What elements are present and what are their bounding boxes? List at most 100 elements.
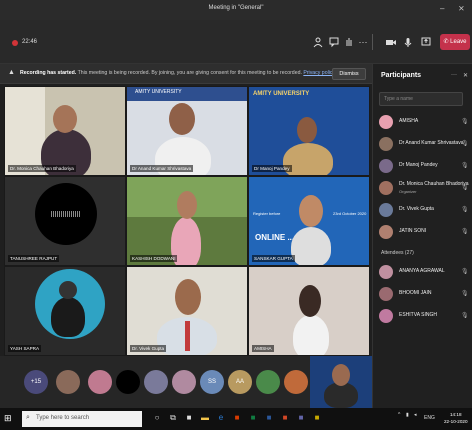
- close-window-button[interactable]: ⨯: [458, 4, 465, 13]
- edge-icon[interactable]: e: [216, 413, 226, 424]
- participant-row[interactable]: AMISHA 🎙: [379, 112, 469, 134]
- mic-off-icon: 🎙: [461, 207, 469, 213]
- participant-avatar[interactable]: [88, 370, 112, 394]
- word-icon[interactable]: ■: [264, 413, 274, 424]
- excel-icon[interactable]: ■: [248, 413, 258, 424]
- mic-off-icon: 🎙: [461, 119, 469, 125]
- tile-name: Dr Manoj Pandey: [252, 165, 292, 172]
- avatar: [379, 181, 393, 195]
- warning-icon: ▲: [8, 69, 15, 76]
- video-tile[interactable]: Dr. Monica Chauhan Bhadoriya: [4, 86, 126, 176]
- participant-avatar[interactable]: [284, 370, 308, 394]
- meeting-timer: 22:46: [22, 39, 38, 45]
- leave-label: Leave: [450, 39, 467, 45]
- file-explorer-icon[interactable]: ▬: [200, 413, 210, 424]
- folder-icon[interactable]: ■: [184, 413, 194, 424]
- minimize-button[interactable]: –: [440, 4, 444, 13]
- participant-avatar[interactable]: [56, 370, 80, 394]
- chat-icon[interactable]: [328, 36, 340, 48]
- powerpoint-icon[interactable]: ■: [280, 413, 290, 424]
- participant-name: Dr Manoj Pandey: [399, 162, 438, 168]
- dismiss-button[interactable]: Dismiss: [332, 68, 366, 80]
- title-bar: Meeting in "General" – ⨯: [0, 0, 472, 20]
- video-tile[interactable]: YASH SAPRA: [4, 266, 126, 356]
- microphone-icon[interactable]: [402, 36, 414, 48]
- tile-name: AMISHA: [252, 345, 274, 352]
- raise-hand-icon[interactable]: [343, 36, 355, 48]
- participant-row[interactable]: JATIN SONI 🎙: [379, 222, 469, 244]
- camera-icon[interactable]: [385, 36, 397, 48]
- avatar: [379, 203, 393, 217]
- participant-role: Organizer: [399, 189, 417, 194]
- task-view-icon[interactable]: ⧉: [168, 413, 178, 424]
- participant-row[interactable]: Dr Anand Kumar Shrivastava 🎙: [379, 134, 469, 156]
- privacy-policy-link[interactable]: Privacy policy: [303, 70, 335, 76]
- tray-chevron-icon[interactable]: ^: [398, 412, 400, 418]
- participant-row[interactable]: ANANYA AGRAWAL 🎙: [379, 262, 469, 284]
- tile-name: KASHISH DODWANI: [130, 255, 178, 262]
- mic-off-icon: 🎙: [461, 291, 469, 297]
- taskbar-search-input[interactable]: ⌕ Type here to search: [22, 411, 142, 427]
- participant-row[interactable]: Dr. Vivek Gupta 🎙: [379, 200, 469, 222]
- panel-close-icon[interactable]: ✕: [463, 72, 468, 79]
- attendees-section-label[interactable]: Attendees (27): [381, 250, 414, 256]
- participants-toggle-icon[interactable]: [312, 36, 324, 48]
- avatar: [379, 137, 393, 151]
- participant-name: JATIN SONI: [399, 228, 427, 234]
- tile-name: TANUSHREE RAJPUT: [8, 255, 60, 262]
- mic-off-icon: 🎙: [461, 269, 469, 275]
- panel-title: Participants: [381, 72, 422, 79]
- store-icon[interactable]: ■: [232, 413, 242, 424]
- participant-row[interactable]: BHOOMI JAIN 🎙: [379, 284, 469, 306]
- participant-name: BHOOMI JAIN: [399, 290, 432, 296]
- participant-name: ESHITVA SINGH: [399, 312, 437, 318]
- recording-banner: ▲ Recording has started. This meeting is…: [0, 64, 372, 84]
- slide-university: AMITY UNIVERSITY: [253, 91, 310, 97]
- system-clock[interactable]: 14:18 22-10-2020: [444, 411, 468, 425]
- share-screen-icon[interactable]: [420, 36, 432, 48]
- cortana-icon[interactable]: ○: [152, 413, 162, 424]
- participant-avatar-initials[interactable]: AA: [228, 370, 252, 394]
- windows-start-icon[interactable]: ⊞: [4, 413, 12, 424]
- tile-name: Dr. Vivek Gupta: [130, 345, 167, 352]
- tile-name: YASH SAPRA: [8, 345, 42, 352]
- overflow-avatar[interactable]: +15: [24, 370, 48, 394]
- avatar: [379, 287, 393, 301]
- leave-button[interactable]: ✆ Leave: [440, 34, 470, 50]
- video-tile[interactable]: KASHISH DODWANI: [126, 176, 248, 266]
- participant-strip: +15 SS AA: [0, 356, 372, 408]
- participant-search-input[interactable]: Type a name: [379, 92, 463, 106]
- avatar: [379, 159, 393, 173]
- participant-row[interactable]: ESHITVA SINGH 🎙: [379, 306, 469, 328]
- more-actions-icon[interactable]: ···: [357, 36, 369, 48]
- participant-avatar[interactable]: [144, 370, 168, 394]
- tile-name: Dr. Monica Chauhan Bhadoriya: [8, 165, 76, 172]
- panel-more-icon[interactable]: ···: [451, 72, 457, 78]
- recording-notice-title: Recording has started.: [20, 70, 77, 76]
- video-grid: Dr. Monica Chauhan Bhadoriya AMITY UNIVE…: [4, 86, 370, 356]
- search-icon: ⌕: [26, 414, 30, 421]
- mic-off-icon: 🎙: [461, 163, 469, 169]
- app-icon[interactable]: ■: [312, 413, 322, 424]
- video-tile[interactable]: AMISHA: [248, 266, 370, 356]
- video-tile[interactable]: AMITY UNIVERSITY Dr Manoj Pandey: [248, 86, 370, 176]
- participant-avatar[interactable]: [116, 370, 140, 394]
- video-tile[interactable]: Dr. Vivek Gupta: [126, 266, 248, 356]
- participant-avatar[interactable]: [256, 370, 280, 394]
- toolbar-separator: [372, 34, 373, 50]
- participant-avatar[interactable]: [172, 370, 196, 394]
- participant-avatar-initials[interactable]: SS: [200, 370, 224, 394]
- self-video[interactable]: [310, 356, 372, 408]
- video-tile[interactable]: TANUSHREE RAJPUT: [4, 176, 126, 266]
- network-icon[interactable]: ▮: [406, 412, 409, 418]
- participant-row[interactable]: Dr. Monica Chauhan Bhadoriya Organizer 🎙: [379, 178, 469, 200]
- slide-date: 23rd October 2020: [333, 211, 367, 216]
- video-tile[interactable]: AMITY UNIVERSITY Dr Anand Kumar Shrivast…: [126, 86, 248, 176]
- volume-icon[interactable]: ◂: [414, 412, 417, 418]
- language-indicator[interactable]: ENG: [424, 415, 435, 421]
- teams-icon[interactable]: ■: [296, 413, 306, 424]
- participant-name: Dr. Monica Chauhan Bhadoriya: [399, 181, 469, 187]
- video-tile[interactable]: Register before 23rd October 2020 ONLINE…: [248, 176, 370, 266]
- participant-name: ANANYA AGRAWAL: [399, 268, 445, 274]
- participant-row[interactable]: Dr Manoj Pandey 🎙: [379, 156, 469, 178]
